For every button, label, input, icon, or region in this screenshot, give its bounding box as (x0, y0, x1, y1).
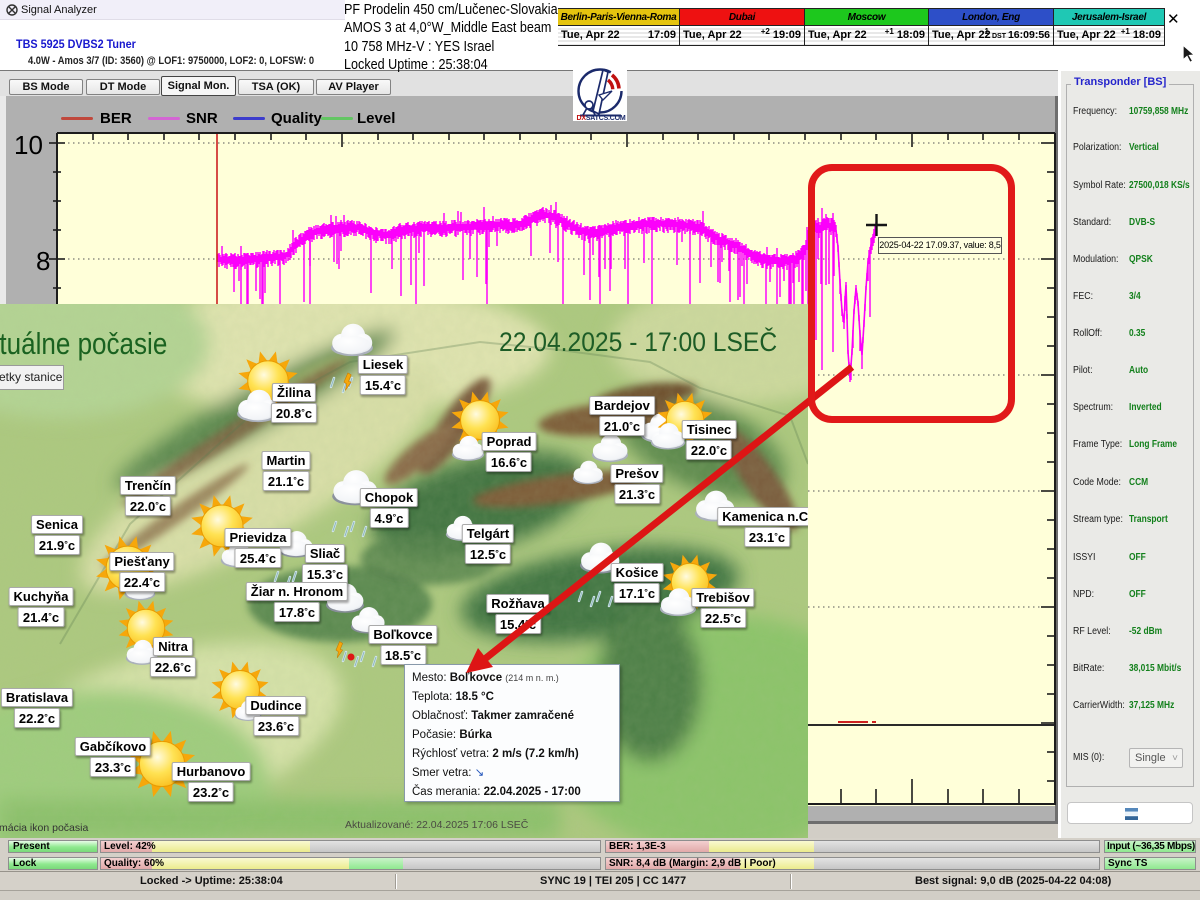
svg-text:DXSATCS.COM: DXSATCS.COM (577, 115, 626, 121)
